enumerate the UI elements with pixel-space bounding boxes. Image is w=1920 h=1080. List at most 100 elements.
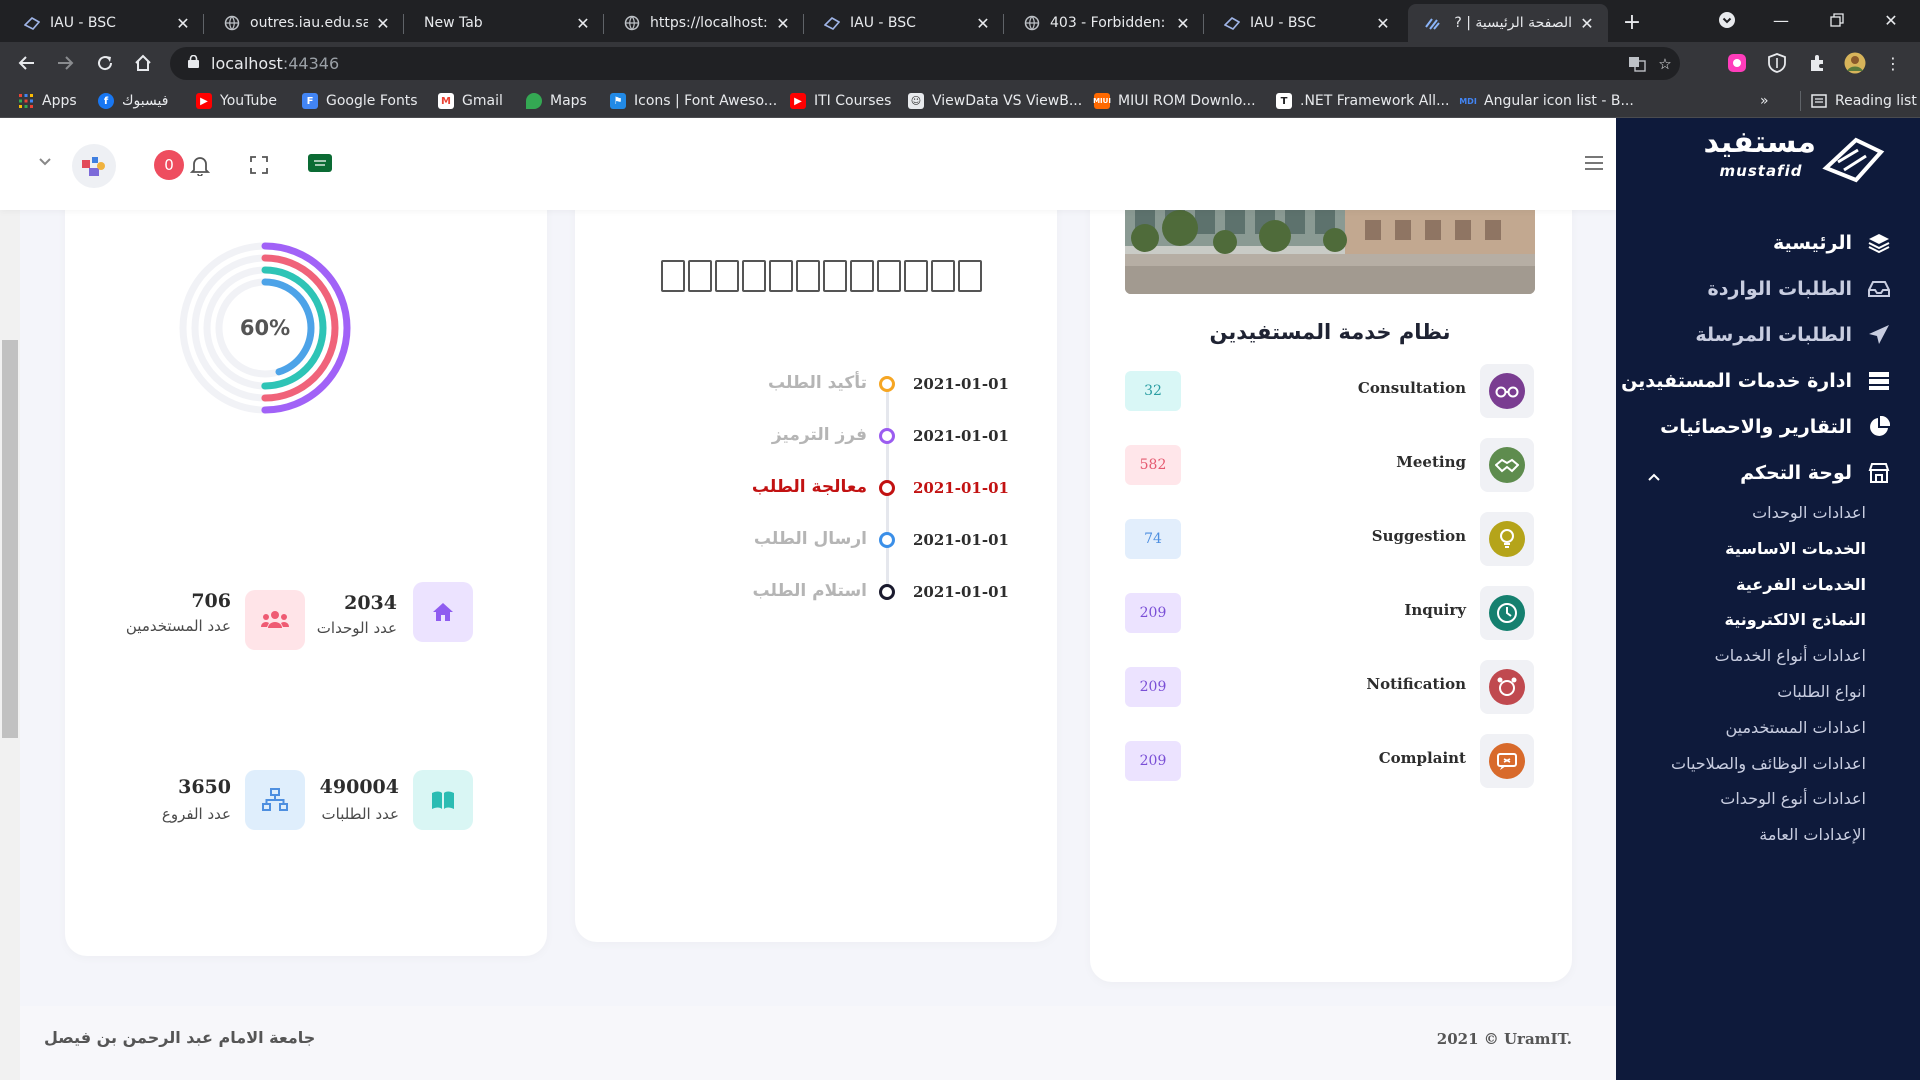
bookmark-reading-list[interactable]: Reading list	[1800, 91, 1917, 111]
service-icon-box[interactable]	[1480, 512, 1534, 566]
sidebar-sub-unit-types-settings[interactable]: اعدادات أنوع الوحدات	[1720, 789, 1866, 808]
browser-tab[interactable]: IAU - BSC ✕	[808, 4, 1004, 42]
page-scrollbar[interactable]	[0, 210, 20, 1080]
menu-kebab-icon[interactable]: ⋮	[1880, 50, 1906, 76]
browser-tab[interactable]: outres.iau.edu.sa ✕	[208, 4, 404, 42]
sidebar-sub-electronic-forms[interactable]: النماذج الالكترونية	[1725, 610, 1866, 629]
fullscreen-icon[interactable]	[250, 156, 268, 178]
close-icon[interactable]: ✕	[974, 14, 992, 33]
bookmark-label: YouTube	[220, 93, 277, 109]
service-name[interactable]: Consultation	[1290, 379, 1466, 397]
browser-tab[interactable]: https://localhost:4 ✕	[608, 4, 804, 42]
close-icon[interactable]: ✕	[774, 14, 792, 33]
window-close-icon[interactable]: ✕	[1868, 6, 1914, 34]
home-button-icon[interactable]	[130, 50, 156, 76]
layers-icon	[1866, 230, 1892, 256]
service-icon-box[interactable]	[1480, 734, 1534, 788]
facebook-icon: f	[98, 93, 114, 109]
browser-tab-active[interactable]: الصفحة الرئيسية | ? ✕	[1408, 4, 1608, 42]
extensions-puzzle-icon[interactable]	[1804, 50, 1830, 76]
bookmark-youtube[interactable]: ▶ YouTube	[196, 91, 277, 111]
service-name[interactable]: Meeting	[1290, 453, 1466, 471]
bookmark-font-awesome[interactable]: ⚑ Icons | Font Aweso...	[610, 91, 777, 111]
close-icon[interactable]: ✕	[1174, 14, 1192, 33]
sidebar-item-beneficiary-services[interactable]: ادارة خدمات المستفيدين	[1621, 368, 1892, 394]
close-icon[interactable]: ✕	[574, 14, 592, 33]
tab-search-chevron-icon[interactable]	[1704, 6, 1750, 34]
complaint-icon	[1489, 743, 1525, 779]
sidebar-item-control-panel[interactable]: لوحة التحكم	[1740, 460, 1892, 486]
close-icon[interactable]: ✕	[174, 14, 192, 33]
bookmark-viewdata[interactable]: ☺ ViewData VS ViewB...	[908, 91, 1082, 111]
sidebar-sub-user-settings[interactable]: اعدادات المستخدمين	[1725, 718, 1866, 737]
profile-avatar-icon[interactable]	[1842, 50, 1868, 76]
service-name[interactable]: Suggestion	[1290, 527, 1466, 545]
browser-tab[interactable]: IAU - BSC ✕	[8, 4, 204, 42]
timeline-step-date: 2021-01-01	[913, 427, 1009, 445]
service-icon-box[interactable]	[1480, 364, 1534, 418]
compass-icon	[1489, 595, 1525, 631]
browser-tab[interactable]: 403 - Forbidden: A ✕	[1008, 4, 1204, 42]
bookmark-facebook[interactable]: f فيسبوك	[98, 91, 168, 111]
service-name[interactable]: Complaint	[1290, 749, 1466, 767]
new-tab-plus-icon[interactable]: +	[1618, 8, 1646, 36]
address-bar[interactable]: localhost :44346 ☆	[170, 47, 1680, 80]
browser-tab[interactable]: IAU - BSC ✕	[1208, 4, 1404, 42]
collapse-chevron-up-icon[interactable]	[1648, 470, 1660, 485]
mustafid-logo[interactable]: مستفيد mustafid	[1703, 126, 1886, 188]
service-icon-box[interactable]	[1480, 586, 1534, 640]
bookmark-apps[interactable]: Apps	[18, 91, 77, 111]
bookmark-angular-icons[interactable]: MDI Angular icon list - B...	[1459, 91, 1634, 111]
restore-icon[interactable]	[1814, 6, 1860, 34]
sidebar-item-reports[interactable]: التقارير والاحصائيات	[1660, 414, 1892, 440]
service-icon-box[interactable]	[1480, 660, 1534, 714]
service-icon-box[interactable]	[1480, 438, 1534, 492]
missing-glyph-box	[823, 260, 847, 292]
service-name[interactable]: Inquiry	[1290, 601, 1466, 619]
extension-shield-icon[interactable]	[1764, 50, 1790, 76]
sidebar-item-sent-requests[interactable]: الطلبات المرسلة	[1695, 322, 1892, 348]
bell-icon[interactable]	[189, 154, 211, 180]
request-timeline-card: تأكيد الطلب 2021-01-01 فرز الترميز 2021-01-…	[575, 158, 1057, 942]
timeline-step-dot	[879, 532, 895, 548]
tab-separator	[1203, 14, 1204, 34]
saudi-flag-icon[interactable]	[308, 154, 332, 176]
avatar[interactable]	[72, 144, 116, 188]
minimize-icon[interactable]: —	[1758, 6, 1804, 34]
bookmark-dotnet[interactable]: T .NET Framework All...	[1276, 91, 1449, 111]
reload-icon[interactable]	[92, 50, 118, 76]
back-arrow-icon[interactable]	[14, 50, 40, 76]
service-name[interactable]: Notification	[1290, 675, 1466, 693]
timeline-step-date: 2021-01-01	[913, 531, 1009, 549]
star-bookmark-icon[interactable]: ☆	[1654, 53, 1676, 75]
sidebar-sub-service-types-settings[interactable]: اعدادات أنواع الخدمات	[1715, 646, 1866, 665]
sidebar-sub-request-types[interactable]: انواع الطلبات	[1777, 682, 1866, 701]
sidebar-sub-general-settings[interactable]: الإعدادات العامة	[1759, 825, 1866, 844]
sidebar-sub-units-settings[interactable]: اعدادات الوحدات	[1752, 503, 1866, 522]
bookmark-gmail[interactable]: M Gmail	[438, 91, 503, 111]
translate-icon[interactable]	[1626, 53, 1648, 75]
hamburger-menu-icon[interactable]	[1584, 154, 1604, 176]
bookmark-maps[interactable]: Maps	[526, 91, 587, 111]
close-icon[interactable]: ✕	[374, 14, 392, 33]
bookmark-iti-courses[interactable]: ▶ ITI Courses	[790, 91, 891, 111]
extension-screencast-icon[interactable]	[1724, 50, 1750, 76]
sidebar-sub-roles-settings[interactable]: اعدادات الوظائف والصلاحيات	[1671, 754, 1866, 773]
notification-count-badge[interactable]: 0	[154, 150, 184, 180]
sidebar-sub-sub-services[interactable]: الخدمات الفرعية	[1736, 575, 1866, 594]
bookmark-google-fonts[interactable]: F Google Fonts	[302, 91, 418, 111]
user-dropdown-chevron-icon[interactable]	[38, 156, 54, 170]
sidebar-item-incoming-requests[interactable]: الطلبات الواردة	[1708, 276, 1893, 302]
bookmarks-overflow-chevron[interactable]: »	[1760, 91, 1769, 111]
browser-tab[interactable]: New Tab ✕	[408, 4, 604, 42]
bookmark-miui[interactable]: MIUI MIUI ROM Downlo...	[1093, 91, 1256, 111]
sidebar-sub-basic-services[interactable]: الخدمات الاساسية	[1725, 539, 1866, 558]
missing-glyph-box	[769, 260, 793, 292]
tab-title: الصفحة الرئيسية | ?	[1454, 15, 1572, 31]
forward-arrow-icon[interactable]	[52, 50, 78, 76]
sidebar-item-home[interactable]: الرئيسية	[1773, 230, 1892, 256]
stats-card: 60% 2034 عدد الوحدات 706 عدد المستخدمين …	[65, 158, 547, 956]
scrollbar-thumb[interactable]	[2, 340, 18, 738]
close-icon[interactable]: ✕	[1578, 14, 1596, 33]
close-icon[interactable]: ✕	[1374, 14, 1392, 33]
